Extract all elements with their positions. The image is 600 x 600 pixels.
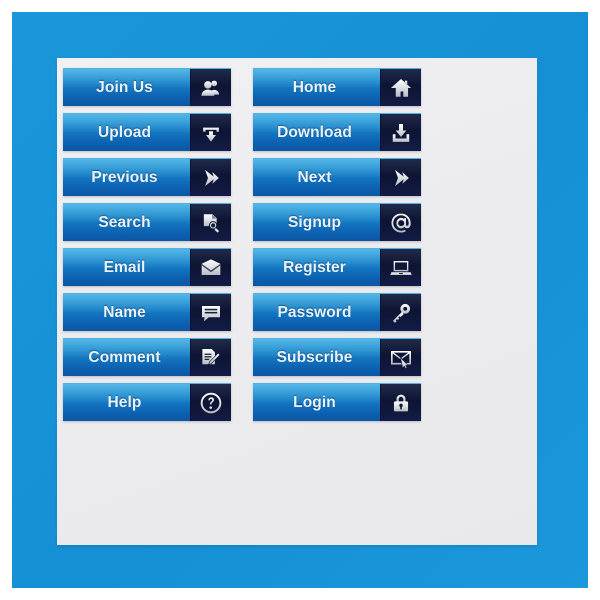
users-icon [190, 69, 231, 106]
button-download[interactable]: Download [253, 113, 421, 151]
button-label: Help [63, 384, 190, 421]
arrow-right-chevron-icon [380, 159, 421, 196]
button-name[interactable]: Name [63, 293, 231, 331]
button-register[interactable]: Register [253, 248, 421, 286]
button-label: Password [253, 294, 380, 331]
button-email[interactable]: Email [63, 248, 231, 286]
upload-arrow-icon [190, 114, 231, 151]
button-subscribe[interactable]: Subscribe [253, 338, 421, 376]
button-next[interactable]: Next [253, 158, 421, 196]
button-login[interactable]: Login [253, 383, 421, 421]
padlock-icon [380, 384, 421, 421]
button-label: Name [63, 294, 190, 331]
arrow-right-chevron-icon [190, 159, 231, 196]
button-password[interactable]: Password [253, 293, 421, 331]
button-label: Download [253, 114, 380, 151]
button-column-right: Home Download Next Signup Register Password Su… [253, 68, 421, 421]
button-column-left: Join Us Upload Previous Search Email Name Comm… [63, 68, 231, 421]
button-label: Search [63, 204, 190, 241]
button-label: Register [253, 249, 380, 286]
key-icon [380, 294, 421, 331]
house-icon [380, 69, 421, 106]
question-mark-circle-icon [190, 384, 231, 421]
button-join-us[interactable]: Join Us [63, 68, 231, 106]
button-label: Signup [253, 204, 380, 241]
button-label: Next [253, 159, 380, 196]
laptop-icon [380, 249, 421, 286]
button-label: Subscribe [253, 339, 380, 376]
document-pen-icon [190, 339, 231, 376]
envelope-open-icon [190, 249, 231, 286]
button-label: Join Us [63, 69, 190, 106]
button-label: Previous [63, 159, 190, 196]
button-grid: Join Us Upload Previous Search Email Name Comm… [63, 68, 421, 421]
speech-bubble-icon [190, 294, 231, 331]
button-search[interactable]: Search [63, 203, 231, 241]
button-comment[interactable]: Comment [63, 338, 231, 376]
button-label: Comment [63, 339, 190, 376]
button-label: Email [63, 249, 190, 286]
envelope-cursor-icon [380, 339, 421, 376]
button-home[interactable]: Home [253, 68, 421, 106]
at-sign-icon [380, 204, 421, 241]
button-previous[interactable]: Previous [63, 158, 231, 196]
button-signup[interactable]: Signup [253, 203, 421, 241]
button-label: Login [253, 384, 380, 421]
screenshot-stage: Join Us Upload Previous Search Email Name Comm… [0, 0, 600, 600]
button-label: Upload [63, 114, 190, 151]
document-magnifier-icon [190, 204, 231, 241]
download-arrow-tray-icon [380, 114, 421, 151]
button-help[interactable]: Help [63, 383, 231, 421]
button-upload[interactable]: Upload [63, 113, 231, 151]
button-label: Home [253, 69, 380, 106]
